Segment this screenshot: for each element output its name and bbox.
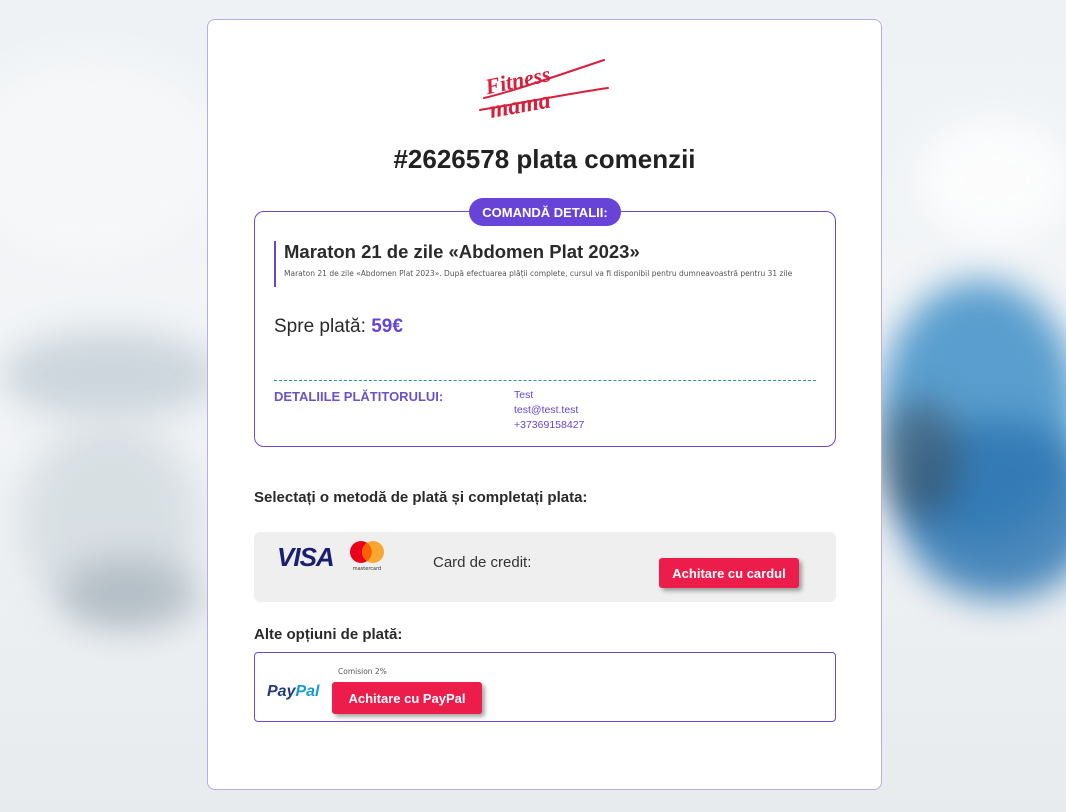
payer-phone: +37369158427: [514, 419, 585, 431]
pay-by-paypal-button[interactable]: Achitare cu PayPal: [332, 682, 482, 714]
dashed-divider: [274, 380, 816, 381]
paypal-icon: PayPal: [267, 683, 320, 700]
paypal-payment-option: PayPal Comision 2% Achitare cu PayPal: [254, 652, 836, 722]
amount-due: Spre plată: 59€: [274, 316, 403, 338]
product-description: Maraton 21 de zile «Abdomen Plat 2023». …: [284, 269, 793, 278]
svg-text:mastercard: mastercard: [353, 566, 381, 572]
credit-card-label: Card de credit:: [433, 554, 532, 571]
order-details-badge: COMANDĂ DETALII:: [469, 198, 621, 226]
card-payment-option: VISA mastercard Card de credit: Achitare…: [254, 532, 836, 602]
amount-value: 59€: [371, 316, 403, 337]
pay-by-card-button[interactable]: Achitare cu cardul: [659, 558, 799, 588]
page-title: #2626578 plata comenzii: [393, 144, 696, 174]
visa-icon: VISA: [277, 542, 335, 572]
payer-details-label: DETALIILE PLĂTITORULUI:: [274, 389, 444, 404]
payer-details: Test test@test.test +37369158427: [514, 388, 584, 433]
fitness-mama-logo: Fitness mama: [479, 59, 609, 118]
amount-label: Spre plată:: [274, 316, 366, 337]
payer-email: test@test.test: [514, 404, 579, 416]
payment-card: Fitness mama #2626578 plata comenzii COM…: [207, 19, 882, 790]
order-details-box: COMANDĂ DETALII: Maraton 21 de zile «Abd…: [254, 198, 836, 447]
other-options-title: Alte opțiuni de plată:: [254, 626, 403, 643]
commission-note: Comision 2%: [338, 667, 387, 676]
product-name: Maraton 21 de zile «Abdomen Plat 2023»: [284, 241, 640, 262]
payer-name: Test: [514, 389, 534, 401]
select-method-title: Selectați o metodă de plată și completaț…: [254, 489, 588, 506]
product-info: Maraton 21 de zile «Abdomen Plat 2023» M…: [274, 241, 792, 287]
mastercard-icon: mastercard: [350, 541, 384, 572]
